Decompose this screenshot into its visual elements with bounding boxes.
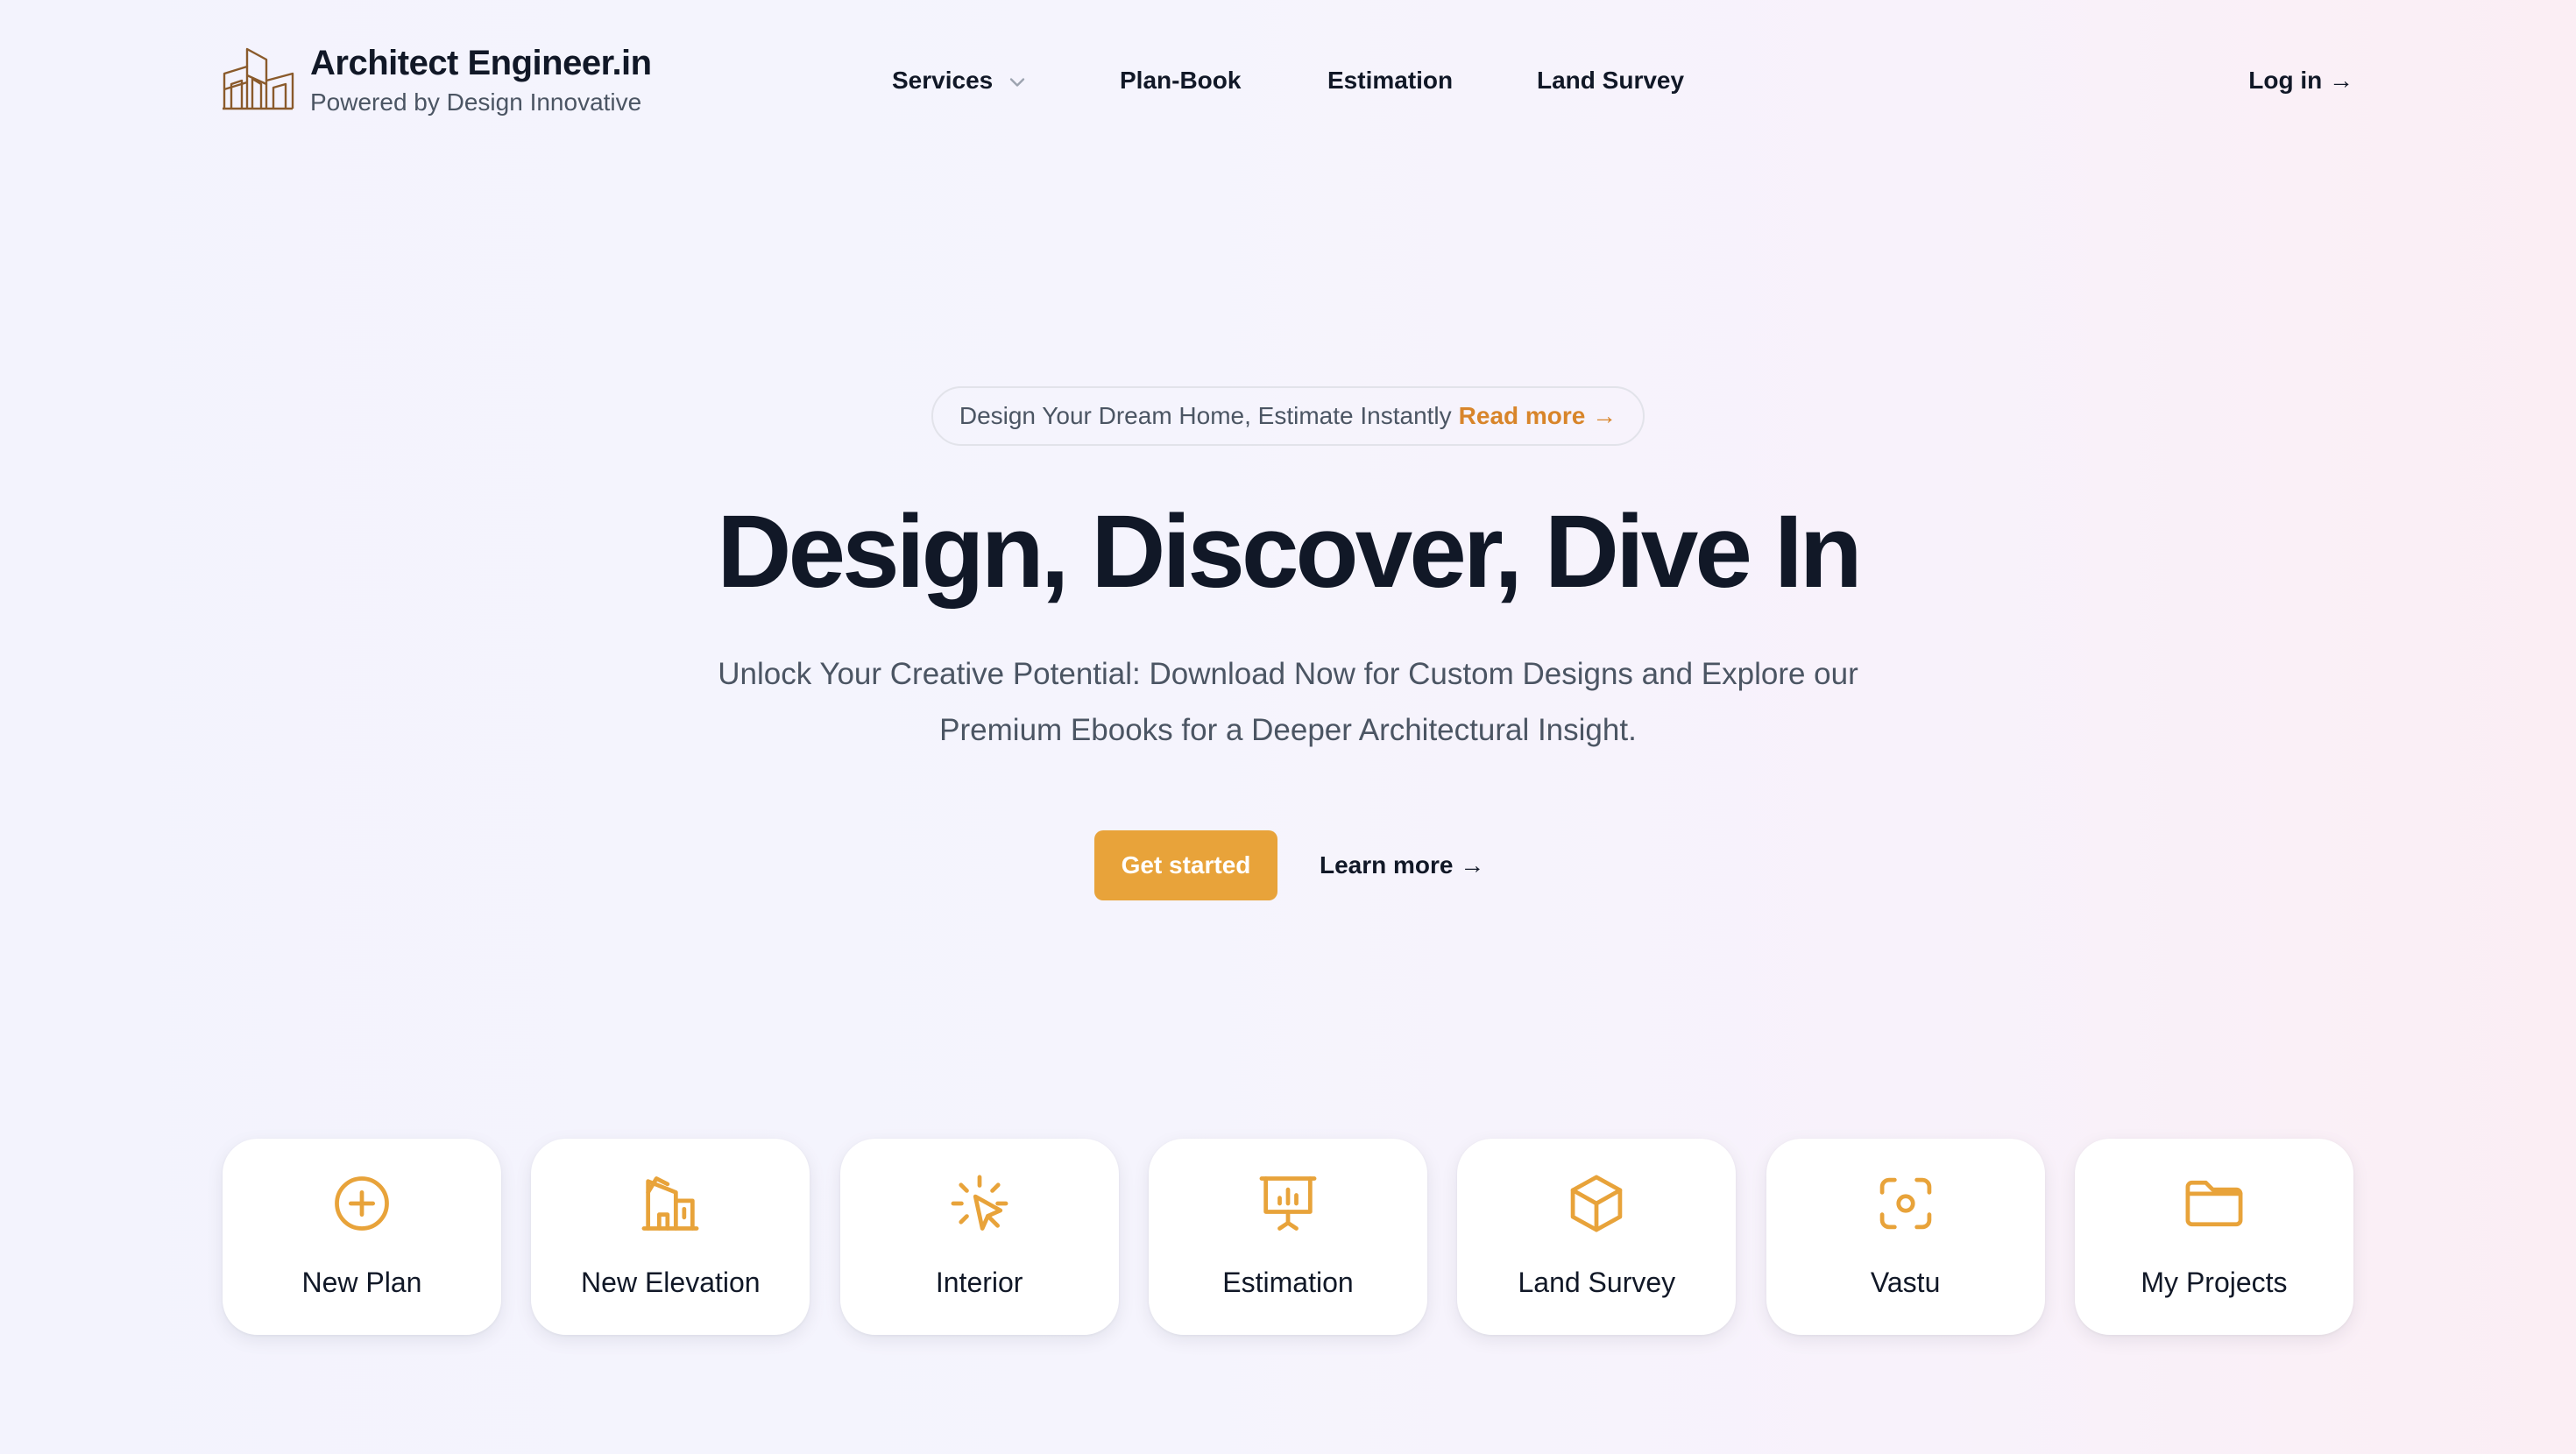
read-more-link[interactable]: Read more →: [1459, 402, 1617, 430]
card-my-projects[interactable]: My Projects: [2074, 1139, 2353, 1335]
hero-title: Design, Discover, Dive In: [717, 494, 1862, 610]
get-started-button[interactable]: Get started: [1094, 830, 1277, 900]
plus-circle-icon: [329, 1170, 395, 1237]
card-label: Land Survey: [1518, 1267, 1676, 1298]
cube-icon: [1563, 1170, 1630, 1237]
chevron-down-icon: [1010, 78, 1025, 87]
building-icon: [637, 1170, 704, 1237]
card-new-elevation[interactable]: New Elevation: [531, 1139, 810, 1335]
announcement-text: Design Your Dream Home, Estimate Instant…: [959, 402, 1452, 429]
card-label: Vastu: [1870, 1267, 1941, 1298]
card-label: My Projects: [2141, 1267, 2288, 1298]
presentation-chart-icon: [1255, 1170, 1321, 1237]
site-header: Architect Engineer.in Powered by Design …: [0, 0, 2576, 166]
brand-tagline: Powered by Design Innovative: [310, 88, 642, 116]
cursor-click-icon: [946, 1170, 1013, 1237]
nav-services[interactable]: Services: [892, 63, 1030, 98]
nav-land-survey[interactable]: Land Survey: [1537, 63, 1684, 98]
card-interior[interactable]: Interior: [839, 1139, 1119, 1335]
nav-estimation[interactable]: Estimation: [1327, 63, 1453, 98]
folder-icon: [2181, 1170, 2247, 1237]
card-vastu[interactable]: Vastu: [1766, 1139, 2045, 1335]
nav-services-label: Services: [892, 67, 994, 94]
brand[interactable]: Architect Engineer.in Powered by Design …: [221, 40, 652, 121]
announcement-pill: Design Your Dream Home, Estimate Instant…: [931, 386, 1645, 446]
building-outline-icon: [223, 47, 294, 110]
card-new-plan[interactable]: New Plan: [223, 1139, 501, 1335]
card-land-survey[interactable]: Land Survey: [1457, 1139, 1737, 1335]
nav-plan-book[interactable]: Plan-Book: [1120, 63, 1241, 98]
quick-actions: New Plan New Elevation Interior Estimati…: [223, 1139, 2353, 1335]
learn-more-link[interactable]: Learn more →: [1320, 848, 1484, 883]
brand-name: Architect Engineer.in: [310, 44, 652, 82]
card-estimation[interactable]: Estimation: [1148, 1139, 1427, 1335]
card-label: Interior: [935, 1267, 1023, 1298]
viewfinder-circle-icon: [1872, 1170, 1939, 1237]
hero-subtitle: Unlock Your Creative Potential: Download…: [718, 657, 1858, 747]
card-label: Estimation: [1222, 1267, 1354, 1298]
card-label: New Plan: [301, 1267, 422, 1298]
login-link[interactable]: Log in →: [2248, 63, 2353, 98]
card-label: New Elevation: [581, 1267, 761, 1298]
